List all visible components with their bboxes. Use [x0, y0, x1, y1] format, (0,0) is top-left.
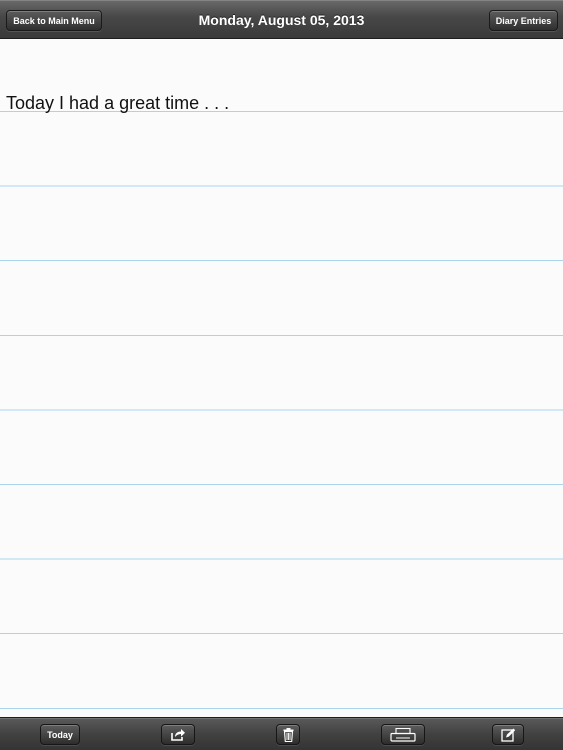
diary-entry-text[interactable]: Today I had a great time . . .	[6, 92, 229, 114]
today-button[interactable]: Today	[40, 724, 80, 745]
compose-icon	[500, 728, 516, 742]
back-to-main-menu-button[interactable]: Back to Main Menu	[6, 10, 102, 31]
print-icon	[390, 727, 416, 742]
share-icon	[170, 728, 186, 741]
trash-icon	[283, 727, 294, 742]
compose-button[interactable]	[492, 724, 524, 745]
share-button[interactable]	[161, 724, 195, 745]
diary-app: Back to Main Menu Monday, August 05, 201…	[0, 0, 563, 750]
top-navigation-bar: Back to Main Menu Monday, August 05, 201…	[0, 0, 563, 39]
lined-paper-editor[interactable]: Today I had a great time . . .	[0, 39, 563, 717]
page-title: Monday, August 05, 2013	[198, 12, 365, 28]
print-button[interactable]	[381, 724, 425, 745]
delete-button[interactable]	[276, 724, 300, 745]
bottom-toolbar: Today	[0, 717, 563, 750]
diary-entries-button[interactable]: Diary Entries	[489, 10, 558, 31]
